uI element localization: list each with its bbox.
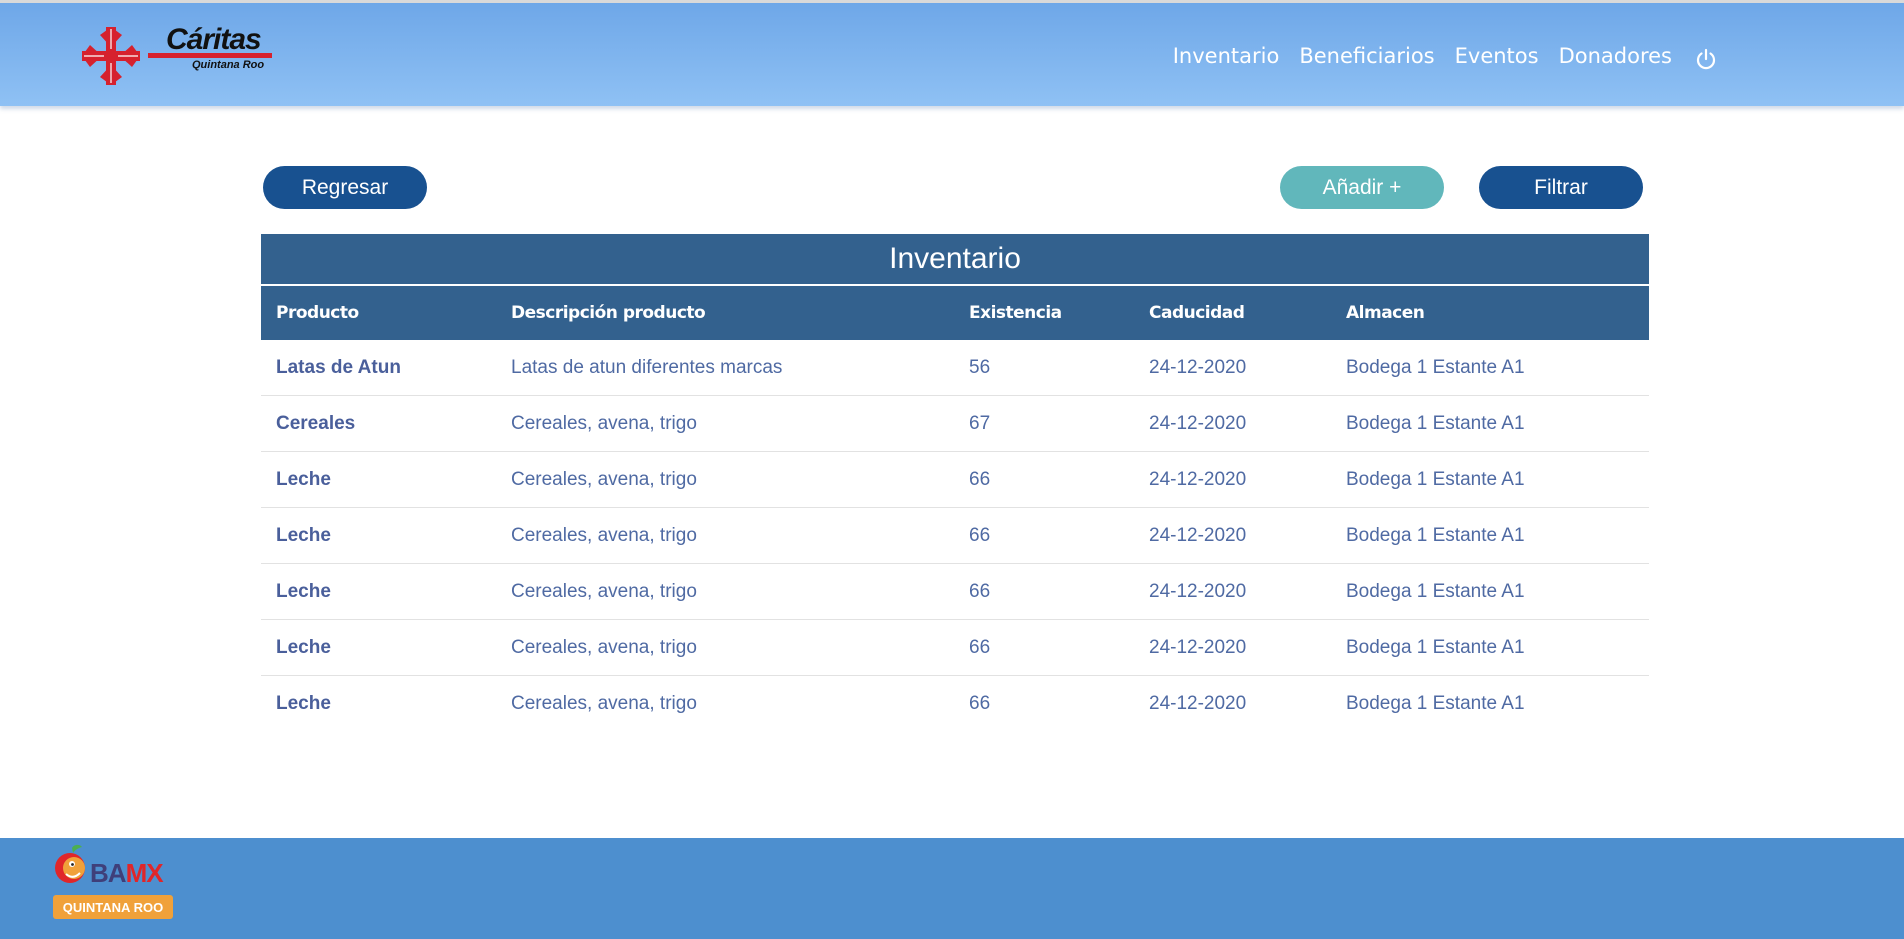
filter-button[interactable]: Filtrar [1479, 166, 1643, 209]
cell-almacen: Bodega 1 Estante A1 [1346, 693, 1525, 714]
cell-caducidad: 24-12-2020 [1149, 468, 1247, 490]
column-header-almacen: Almacen [1346, 303, 1425, 323]
caritas-cross-icon [82, 27, 140, 85]
cell-caducidad: 24-12-2020 [1149, 580, 1247, 602]
cell-almacen: Bodega 1 Estante A1 [1346, 356, 1525, 378]
table-title: Inventario [261, 234, 1649, 284]
back-button[interactable]: Regresar [263, 166, 427, 209]
cell-descripcion: Cereales, avena, trigo [511, 468, 697, 490]
column-header-producto: Producto [276, 303, 359, 323]
cell-producto: Leche [276, 693, 331, 714]
apple-mascot-icon [55, 844, 85, 883]
inventory-table: Inventario Producto Descripción producto… [261, 234, 1649, 732]
cell-existencia: 66 [969, 693, 991, 714]
cell-descripcion: Cereales, avena, trigo [511, 636, 697, 658]
nav-item-eventos[interactable]: Eventos [1455, 44, 1539, 68]
nav-item-donadores[interactable]: Donadores [1559, 44, 1672, 68]
logo-title: Cáritas [166, 23, 262, 56]
cell-descripcion: Cereales, avena, trigo [511, 580, 697, 602]
logo-underline [148, 53, 272, 58]
table-row[interactable]: Leche Cereales, avena, trigo 66 24-12-20… [261, 508, 1649, 564]
main-nav: Inventario Beneficiarios Eventos Donador… [1173, 41, 1718, 71]
cell-almacen: Bodega 1 Estante A1 [1346, 412, 1525, 434]
power-icon[interactable] [1694, 47, 1718, 71]
cell-producto: Leche [276, 636, 331, 658]
cell-producto: Leche [276, 524, 331, 546]
cell-caducidad: 24-12-2020 [1149, 636, 1247, 658]
nav-item-beneficiarios[interactable]: Beneficiarios [1299, 44, 1434, 68]
cell-producto: Latas de Atun [276, 356, 401, 378]
logo-subtitle: Quintana Roo [192, 59, 265, 71]
cell-existencia: 67 [969, 412, 991, 434]
cell-almacen: Bodega 1 Estante A1 [1346, 580, 1525, 602]
cell-almacen: Bodega 1 Estante A1 [1346, 636, 1525, 658]
cell-almacen: Bodega 1 Estante A1 [1346, 524, 1525, 546]
cell-caducidad: 24-12-2020 [1149, 412, 1247, 434]
top-navbar: Cáritas Quintana Roo Inventario Benefici… [0, 0, 1904, 106]
nav-item-inventario[interactable]: Inventario [1173, 44, 1280, 68]
column-header-existencia: Existencia [969, 303, 1062, 323]
cell-existencia: 66 [969, 468, 991, 490]
cell-caducidad: 24-12-2020 [1149, 693, 1247, 714]
cell-producto: Cereales [276, 412, 356, 434]
table-row[interactable]: Leche Cereales, avena, trigo 66 24-12-20… [261, 452, 1649, 508]
table-row[interactable]: Leche Cereales, avena, trigo 66 24-12-20… [261, 676, 1649, 732]
caritas-logo[interactable]: Cáritas Quintana Roo [80, 23, 280, 89]
table-row[interactable]: Latas de Atun Latas de atun diferentes m… [261, 340, 1649, 396]
cell-existencia: 66 [969, 636, 991, 658]
table-row[interactable]: Leche Cereales, avena, trigo 66 24-12-20… [261, 620, 1649, 676]
page: Cáritas Quintana Roo Inventario Benefici… [0, 0, 1904, 939]
cell-existencia: 66 [969, 524, 991, 546]
cell-almacen: Bodega 1 Estante A1 [1346, 468, 1525, 490]
table-header-row: Producto Descripción producto Existencia… [261, 286, 1649, 340]
cell-descripcion: Cereales, avena, trigo [511, 524, 697, 546]
column-header-caducidad: Caducidad [1149, 303, 1245, 323]
cell-existencia: 66 [969, 580, 991, 602]
cell-caducidad: 24-12-2020 [1149, 524, 1247, 546]
table-row[interactable]: Cereales Cereales, avena, trigo 67 24-12… [261, 396, 1649, 452]
column-header-descripcion: Descripción producto [511, 303, 706, 323]
add-button[interactable]: Añadir + [1280, 166, 1444, 209]
cell-descripcion: Cereales, avena, trigo [511, 693, 697, 714]
bamx-logo: BAMX QUINTANA ROO [50, 840, 175, 930]
cell-producto: Leche [276, 468, 331, 490]
cell-producto: Leche [276, 580, 331, 602]
bamx-badge: QUINTANA ROO [53, 895, 173, 919]
table-row[interactable]: Leche Cereales, avena, trigo 66 24-12-20… [261, 564, 1649, 620]
cell-descripcion: Latas de atun diferentes marcas [511, 356, 783, 378]
footer: BAMX QUINTANA ROO [0, 838, 1904, 939]
cell-descripcion: Cereales, avena, trigo [511, 412, 697, 434]
bamx-wordmark: BAMX [90, 858, 164, 888]
cell-existencia: 56 [969, 356, 991, 378]
cell-caducidad: 24-12-2020 [1149, 356, 1247, 378]
